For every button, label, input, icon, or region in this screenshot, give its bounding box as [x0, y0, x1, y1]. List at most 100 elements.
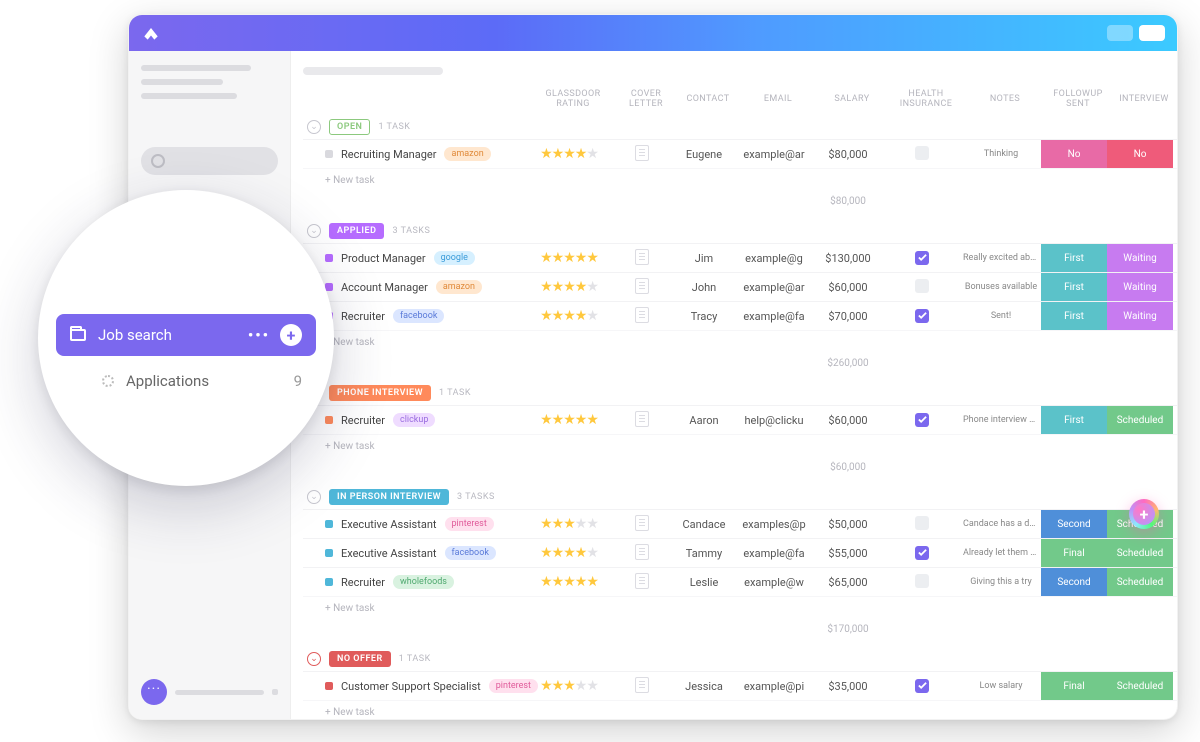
interview-status[interactable]: Scheduled [1107, 539, 1173, 567]
notes-cell[interactable]: Really excited about this one [961, 249, 1041, 268]
column-header[interactable]: INTERVIEW [1111, 94, 1177, 104]
company-tag[interactable]: clickup [393, 413, 435, 427]
new-task-button[interactable]: + New task [303, 330, 1177, 354]
checkbox-off-icon[interactable] [915, 516, 929, 530]
rating-stars[interactable]: ★★★★★ [527, 304, 611, 328]
notes-cell[interactable]: Phone interview went… [961, 411, 1041, 430]
cover-letter-cell[interactable] [611, 141, 673, 168]
email-cell[interactable]: example@pi [735, 676, 813, 697]
followup-status[interactable]: No [1041, 140, 1107, 168]
contact-cell[interactable]: Aaron [673, 410, 735, 431]
notes-cell[interactable]: Candace has a dog named… [961, 515, 1041, 534]
cover-letter-cell[interactable] [611, 303, 673, 330]
group-header[interactable]: ⌄ IN PERSON INTERVIEW 3 TASKS [303, 485, 1177, 509]
rating-stars[interactable]: ★★★★★ [527, 275, 611, 299]
new-task-button[interactable]: + New task [303, 700, 1177, 719]
checkbox-on-icon[interactable] [915, 413, 929, 427]
checkbox-on-icon[interactable] [915, 679, 929, 693]
task-name[interactable]: Customer Support Specialist [341, 680, 481, 693]
salary-cell[interactable]: $70,000 [813, 306, 883, 327]
contact-cell[interactable]: Eugene [673, 144, 735, 165]
rating-stars[interactable]: ★★★★★ [527, 142, 611, 166]
interview-status[interactable]: Scheduled [1107, 568, 1173, 596]
cover-letter-cell[interactable] [611, 511, 673, 538]
task-row[interactable]: Account Manager amazon ★★★★★ John exampl… [303, 272, 1177, 301]
email-cell[interactable]: example@w [735, 572, 813, 593]
task-name[interactable]: Recruiter [341, 310, 385, 323]
followup-status[interactable]: First [1041, 406, 1107, 434]
email-cell[interactable]: example@g [735, 248, 813, 269]
column-header[interactable]: COVER LETTER [615, 89, 677, 109]
contact-cell[interactable]: Jim [673, 248, 735, 269]
task-row[interactable]: Recruiting Manager amazon ★★★★★ Eugene e… [303, 139, 1177, 168]
notes-cell[interactable]: Low salary [961, 677, 1041, 696]
cover-letter-cell[interactable] [611, 407, 673, 434]
company-tag[interactable]: amazon [436, 280, 482, 294]
interview-status[interactable]: Scheduled [1107, 672, 1173, 700]
status-pill[interactable]: APPLIED [329, 223, 384, 239]
salary-cell[interactable]: $65,000 [813, 572, 883, 593]
new-task-button[interactable]: + New task [303, 168, 1177, 192]
task-row[interactable]: Customer Support Specialist pinterest ★★… [303, 671, 1177, 700]
cover-letter-cell[interactable] [611, 245, 673, 272]
salary-cell[interactable]: $130,000 [813, 248, 883, 269]
notes-cell[interactable]: Bonuses available [961, 278, 1041, 297]
checkbox-off-icon[interactable] [915, 279, 929, 293]
group-header[interactable]: ⌄ APPLIED 3 TASKS [303, 219, 1177, 243]
contact-cell[interactable]: Leslie [673, 572, 735, 593]
task-name[interactable]: Recruiting Manager [341, 148, 436, 161]
column-header[interactable]: SALARY [817, 94, 887, 104]
contact-cell[interactable]: Tracy [673, 306, 735, 327]
status-pill[interactable]: NO OFFER [329, 651, 391, 667]
followup-status[interactable]: First [1041, 273, 1107, 301]
task-row[interactable]: Recruiter wholefoods ★★★★★ Leslie exampl… [303, 567, 1177, 596]
notes-cell[interactable]: Thinking [961, 145, 1041, 164]
notes-cell[interactable]: Sent! [961, 307, 1041, 326]
column-header[interactable]: GLASSDOOR RATING [531, 89, 615, 109]
new-task-button[interactable]: + New task [303, 434, 1177, 458]
collapse-icon[interactable]: ⌄ [307, 490, 321, 504]
notes-cell[interactable]: Giving this a try [961, 573, 1041, 592]
notes-cell[interactable]: Already let them know [961, 544, 1041, 563]
status-pill[interactable]: OPEN [329, 119, 370, 135]
followup-status[interactable]: Second [1041, 510, 1107, 538]
more-icon[interactable]: ••• [248, 326, 270, 344]
titlebar-pill[interactable] [1107, 25, 1133, 41]
task-name[interactable]: Recruiter [341, 576, 385, 589]
add-list-button[interactable]: + [280, 324, 302, 346]
company-tag[interactable]: google [434, 251, 475, 265]
status-pill[interactable]: IN PERSON INTERVIEW [329, 489, 449, 505]
task-name[interactable]: Recruiter [341, 414, 385, 427]
checkbox-off-icon[interactable] [915, 146, 929, 160]
column-header[interactable]: HEALTH INSURANCE [887, 89, 965, 109]
checkbox-on-icon[interactable] [915, 546, 929, 560]
salary-cell[interactable]: $60,000 [813, 410, 883, 431]
company-tag[interactable]: facebook [445, 546, 496, 560]
column-header[interactable]: CONTACT [677, 94, 739, 104]
followup-status[interactable]: Final [1041, 539, 1107, 567]
followup-status[interactable]: First [1041, 244, 1107, 272]
task-row[interactable]: Executive Assistant pinterest ★★★★★ Cand… [303, 509, 1177, 538]
email-cell[interactable]: example@ar [735, 277, 813, 298]
task-row[interactable]: Executive Assistant facebook ★★★★★ Tammy… [303, 538, 1177, 567]
interview-status[interactable]: No [1107, 140, 1173, 168]
company-tag[interactable]: facebook [393, 309, 444, 323]
collapse-icon[interactable]: ⌄ [307, 120, 321, 134]
task-row[interactable]: Recruiter facebook ★★★★★ Tracy example@f… [303, 301, 1177, 330]
task-name[interactable]: Account Manager [341, 281, 428, 294]
salary-cell[interactable]: $60,000 [813, 277, 883, 298]
rating-stars[interactable]: ★★★★★ [527, 570, 611, 594]
rating-stars[interactable]: ★★★★★ [527, 246, 611, 270]
email-cell[interactable]: example@ar [735, 144, 813, 165]
sidebar-search[interactable] [141, 147, 278, 175]
rating-stars[interactable]: ★★★★★ [527, 408, 611, 432]
fab-add-button[interactable]: + [1129, 499, 1159, 529]
company-tag[interactable]: pinterest [445, 517, 494, 531]
new-task-button[interactable]: + New task [303, 596, 1177, 620]
task-name[interactable]: Executive Assistant [341, 518, 437, 531]
email-cell[interactable]: examples@p [735, 514, 813, 535]
column-header[interactable]: FOLLOWUP SENT [1045, 89, 1111, 109]
column-header[interactable]: NOTES [965, 94, 1045, 104]
salary-cell[interactable]: $55,000 [813, 543, 883, 564]
checkbox-on-icon[interactable] [915, 251, 929, 265]
